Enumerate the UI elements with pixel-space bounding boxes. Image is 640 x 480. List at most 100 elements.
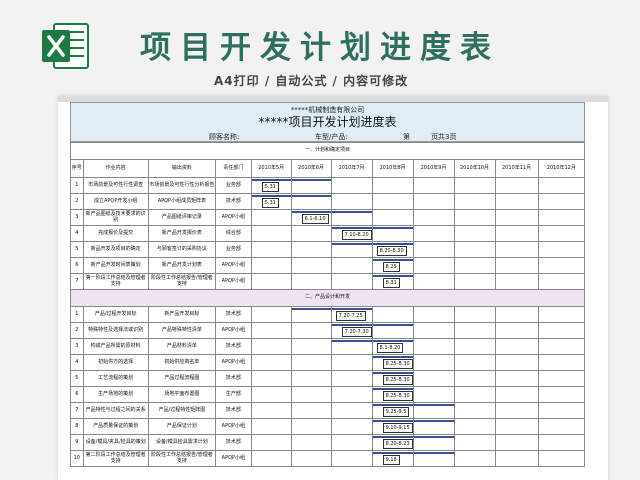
output-cell: 产品/过程特性矩阵图 bbox=[147, 402, 217, 419]
gantt-cell: 7.20-7.25 bbox=[330, 306, 373, 323]
gantt-bar bbox=[373, 388, 413, 390]
gantt-cell bbox=[494, 193, 539, 210]
table-row: 3 构成产品所需的原材料 产品材料清单 技术部 8.1-8.20 bbox=[70, 338, 586, 355]
dept-cell: 业务部 bbox=[215, 177, 252, 194]
gantt-cell bbox=[494, 306, 539, 323]
task-cell: 初始供方的选择 bbox=[82, 354, 149, 371]
gantt-cell bbox=[494, 322, 539, 339]
table-row: 7 产品特性与过程之间的关系 产品/过程特性矩阵图 技术部 9.25-9.5 bbox=[70, 402, 586, 419]
gantt-cell bbox=[412, 209, 455, 226]
dept-cell: APQP小组 bbox=[215, 450, 252, 467]
gantt-cell bbox=[537, 193, 586, 210]
gantt-cell bbox=[330, 177, 373, 194]
gantt-bar bbox=[373, 259, 413, 261]
gantt-cell: 9.18 bbox=[371, 450, 414, 467]
schedule-table: 一、计划和确定项目 序号 作业内容 输出资料 责任部门 2010年5月 2010年6月 201… bbox=[70, 142, 586, 467]
task-cell: 产品/过程开发目标 bbox=[82, 306, 149, 323]
date-label: 9.18 bbox=[382, 455, 400, 465]
gantt-cell bbox=[371, 209, 414, 226]
column-header: 2010年9月 bbox=[412, 159, 455, 178]
page-total-label: 页共3页 bbox=[431, 133, 457, 141]
gantt-cell bbox=[453, 306, 496, 323]
row-number: 1 bbox=[70, 177, 84, 194]
table-row: 1 产品/过程开发目标 新产品开发目标 技术部 7.20-7.25 bbox=[70, 306, 586, 323]
dept-cell: APQP小组 bbox=[215, 209, 252, 226]
gantt-cell bbox=[412, 322, 455, 339]
date-label: 8.25-8.30 bbox=[382, 391, 413, 401]
gantt-bar bbox=[332, 308, 372, 310]
table-row: 3 新产品图纸及技术要求的识别 产品图纸评审记录 APQP小组 6.1-6.10 bbox=[70, 209, 586, 226]
gantt-cell bbox=[537, 418, 586, 435]
gantt-bar bbox=[292, 308, 331, 310]
dept-cell: APQP小组 bbox=[215, 257, 252, 274]
section-title-row: 一、计划和确定项目 bbox=[70, 142, 585, 160]
gantt-cell bbox=[290, 273, 332, 290]
date-label: 8.25 bbox=[382, 262, 400, 272]
gantt-cell bbox=[371, 322, 414, 339]
gantt-cell: 9.10-9.15 bbox=[371, 418, 414, 435]
dept-cell: 技术部 bbox=[215, 306, 252, 323]
row-number: 5 bbox=[70, 241, 84, 258]
gantt-cell: 8.25-8.30 bbox=[371, 386, 414, 403]
dept-cell: 技术部 bbox=[215, 402, 252, 419]
date-label: 7.20-7.25 bbox=[335, 311, 366, 321]
gantt-cell bbox=[330, 193, 373, 210]
output-cell: 阶段性工作总结报告/管理者支持 bbox=[147, 273, 217, 290]
page-header: 项目开发计划进度表 A4打印 / 自动公式 / 内容可修改 bbox=[0, 0, 640, 96]
gantt-cell bbox=[494, 241, 539, 258]
task-cell: 产品特性与过程之间的关系 bbox=[82, 402, 149, 419]
task-cell: 特殊特性及选择法或识别 bbox=[82, 322, 149, 339]
gantt-cell bbox=[290, 177, 332, 194]
section-title-row: 二、产品设计和开发 bbox=[70, 289, 585, 307]
gantt-cell bbox=[290, 322, 332, 339]
date-label: 8.1-8.20 bbox=[376, 343, 404, 353]
gantt-cell bbox=[453, 209, 496, 226]
gantt-cell bbox=[330, 354, 373, 371]
gantt-cell bbox=[494, 225, 539, 242]
section-title: 一、计划和确定项目 bbox=[70, 142, 585, 160]
gantt-cell bbox=[250, 386, 292, 403]
column-header: 作业内容 bbox=[82, 159, 149, 178]
date-label: 5.31 bbox=[261, 182, 279, 192]
excel-icon bbox=[42, 23, 89, 69]
gantt-cell: 8.25-8.30 bbox=[371, 354, 414, 371]
gantt-cell bbox=[494, 209, 539, 226]
gantt-cell bbox=[494, 177, 539, 194]
table-row: 9 设备/模具/夹具/检具的策划 设备/模具检具需求计划 技术部 8.20-8.23 bbox=[70, 434, 586, 451]
gantt-cell bbox=[330, 450, 373, 467]
gantt-bar bbox=[332, 227, 372, 229]
gantt-cell bbox=[494, 338, 539, 355]
task-cell: 成立APQP开发小组 bbox=[82, 193, 149, 210]
date-label: 6.1-6.10 bbox=[301, 214, 329, 224]
dept-cell: APQP小组 bbox=[215, 273, 252, 290]
gantt-cell bbox=[250, 338, 292, 355]
gantt-bar bbox=[373, 324, 413, 326]
gantt-cell: 8.20-8.30 bbox=[371, 241, 414, 258]
output-cell: APQP小组成员矩阵表 bbox=[147, 193, 217, 210]
gantt-cell bbox=[494, 354, 539, 371]
row-number: 10 bbox=[70, 450, 84, 467]
column-header: 2010年6月 bbox=[290, 159, 332, 178]
gantt-cell bbox=[412, 177, 455, 194]
gantt-cell bbox=[330, 386, 373, 403]
gantt-cell bbox=[537, 354, 586, 371]
date-label: 9.25-9.5 bbox=[382, 407, 410, 417]
gantt-cell bbox=[453, 402, 496, 419]
gantt-cell bbox=[290, 225, 332, 242]
gantt-cell bbox=[412, 241, 455, 258]
gantt-cell bbox=[453, 322, 496, 339]
gantt-cell bbox=[537, 306, 586, 323]
spreadsheet-preview: *****机械制造有限公司 *****项目开发计划进度表 顾客名称: 车型/产品… bbox=[58, 96, 608, 480]
output-cell: 新产品开发目标 bbox=[147, 306, 217, 323]
gantt-cell bbox=[537, 322, 586, 339]
sheet-title: *****项目开发计划进度表 bbox=[258, 115, 397, 129]
row-number: 1 bbox=[70, 306, 84, 323]
gantt-bar bbox=[252, 195, 291, 197]
gantt-cell bbox=[330, 241, 373, 258]
gantt-cell bbox=[330, 257, 373, 274]
gantt-cell: 9.25-9.5 bbox=[371, 402, 414, 419]
gantt-cell bbox=[494, 418, 539, 435]
gantt-cell bbox=[290, 354, 332, 371]
gantt-bar bbox=[332, 324, 372, 326]
gantt-cell bbox=[290, 370, 332, 387]
